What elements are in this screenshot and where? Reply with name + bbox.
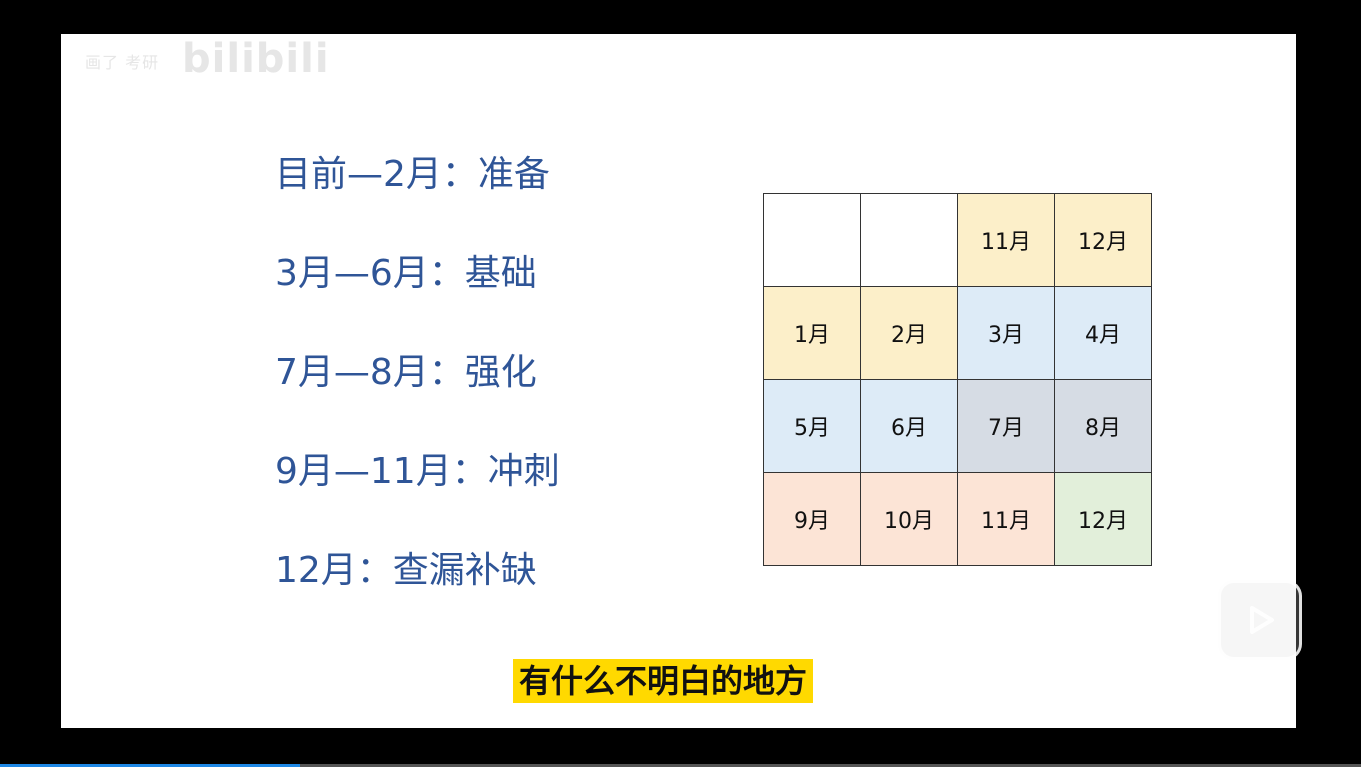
calendar-cell: 10月 [861,473,958,566]
plan-item-strengthen: 7月—8月：强化 [275,352,537,393]
watermark-small-text: 画了 考研 [85,53,160,72]
calendar-cell: 1月 [764,287,861,380]
calendar-cell: 7月 [958,380,1055,473]
play-button[interactable] [1218,580,1302,660]
calendar-cell: 4月 [1055,287,1152,380]
video-subtitle: 有什么不明白的地方 [513,659,814,703]
plan-item-basic: 3月—6月：基础 [275,253,537,294]
calendar-cell [861,194,958,287]
study-plan-list: 目前—2月：准备 3月—6月：基础 7月—8月：强化 9月—11月：冲刺 12月… [275,148,560,643]
video-frame: 画了 考研 bilibili 目前—2月：准备 3月—6月：基础 7月—8月：强… [61,34,1296,728]
calendar-cell: 6月 [861,380,958,473]
calendar-cell: 12月 [1055,473,1152,566]
calendar-cell: 11月 [958,194,1055,287]
plan-item-prep: 目前—2月：准备 [275,154,550,195]
calendar-cell: 12月 [1055,194,1152,287]
bilibili-watermark: 画了 考研 bilibili [85,36,330,82]
plan-item-sprint: 9月—11月：冲刺 [275,451,560,492]
calendar-cell: 11月 [958,473,1055,566]
month-calendar-grid: 11月 12月 1月 2月 3月 4月 5月 6月 7月 8月 9月 10月 11月 12月 [763,193,1152,566]
watermark-brand: bilibili [182,36,330,82]
calendar-cell: 9月 [764,473,861,566]
calendar-cell: 3月 [958,287,1055,380]
calendar-cell [764,194,861,287]
calendar-cell: 2月 [861,287,958,380]
plan-item-review: 12月：查漏补缺 [275,550,537,591]
calendar-cell: 8月 [1055,380,1152,473]
calendar-cell: 5月 [764,380,861,473]
play-icon [1250,606,1274,634]
